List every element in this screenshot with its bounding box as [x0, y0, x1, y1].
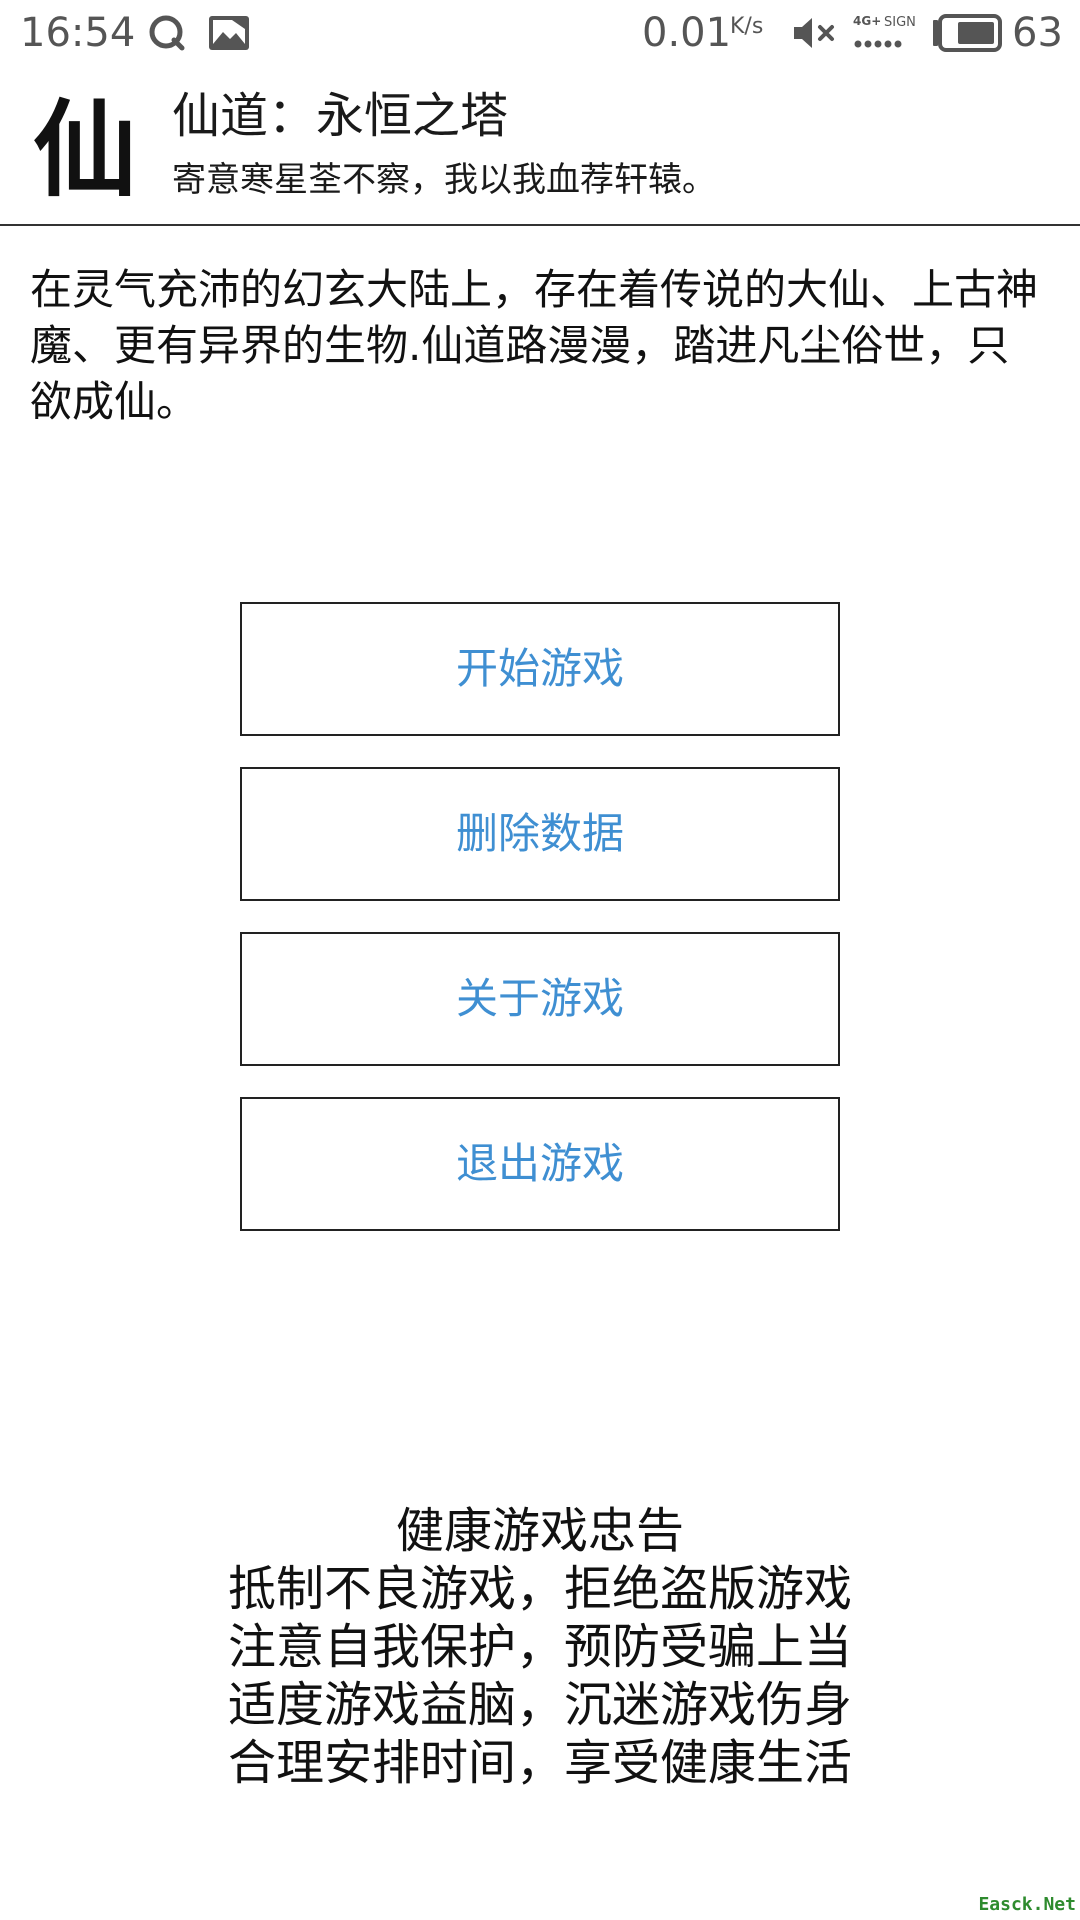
- notice-line: 适度游戏益脑，沉迷游戏伤身: [227, 1677, 852, 1733]
- notice-heading: 健康游戏忠告: [395, 1503, 684, 1559]
- intro-text: 在灵气充沛的幻玄大陆上，存在着传说的大仙、上古神魔、更有异界的生物.仙道路漫漫，…: [30, 265, 1039, 426]
- battery-icon: [933, 14, 1002, 52]
- health-notice: 健康游戏忠告 抵制不良游戏，拒绝盗版游戏 注意自我保护，预防受骗上当 适度游戏益…: [0, 1502, 1080, 1792]
- battery-percent: 63: [1012, 10, 1063, 56]
- main-menu: 开始游戏 删除数据 关于游戏 退出游戏: [240, 602, 840, 1262]
- page-title: 仙道：永恒之塔: [172, 88, 509, 144]
- net-speed-value: 0.01: [642, 10, 732, 56]
- notice-line: 合理安排时间，享受健康生活: [227, 1735, 852, 1791]
- net-speed-unit: K/s: [730, 14, 764, 39]
- gallery-icon: [209, 16, 249, 50]
- mute-icon: [794, 18, 834, 48]
- qq-icon: [149, 15, 185, 51]
- app-header: 仙 仙道：永恒之塔 寄意寒星荃不察，我以我血荐轩辕。: [0, 68, 1080, 226]
- exit-game-button[interactable]: 退出游戏: [240, 1097, 840, 1231]
- delete-data-button[interactable]: 删除数据: [240, 767, 840, 901]
- status-bar: 16:54 0.01 K/s 4G+ SIGN 63: [0, 0, 1080, 68]
- status-time: 16:54: [20, 10, 136, 56]
- svg-text:仙: 仙: [33, 94, 137, 202]
- notice-line: 注意自我保护，预防受骗上当: [227, 1619, 852, 1675]
- app-logo-icon: 仙: [33, 94, 137, 202]
- notice-line: 抵制不良游戏，拒绝盗版游戏: [227, 1561, 852, 1617]
- about-game-button[interactable]: 关于游戏: [240, 932, 840, 1066]
- page-subtitle: 寄意寒星荃不察，我以我血荐轩辕。: [172, 160, 716, 200]
- start-game-button[interactable]: 开始游戏: [240, 602, 840, 736]
- signal-icon: [854, 40, 902, 48]
- watermark: Easck.Net: [978, 1894, 1076, 1915]
